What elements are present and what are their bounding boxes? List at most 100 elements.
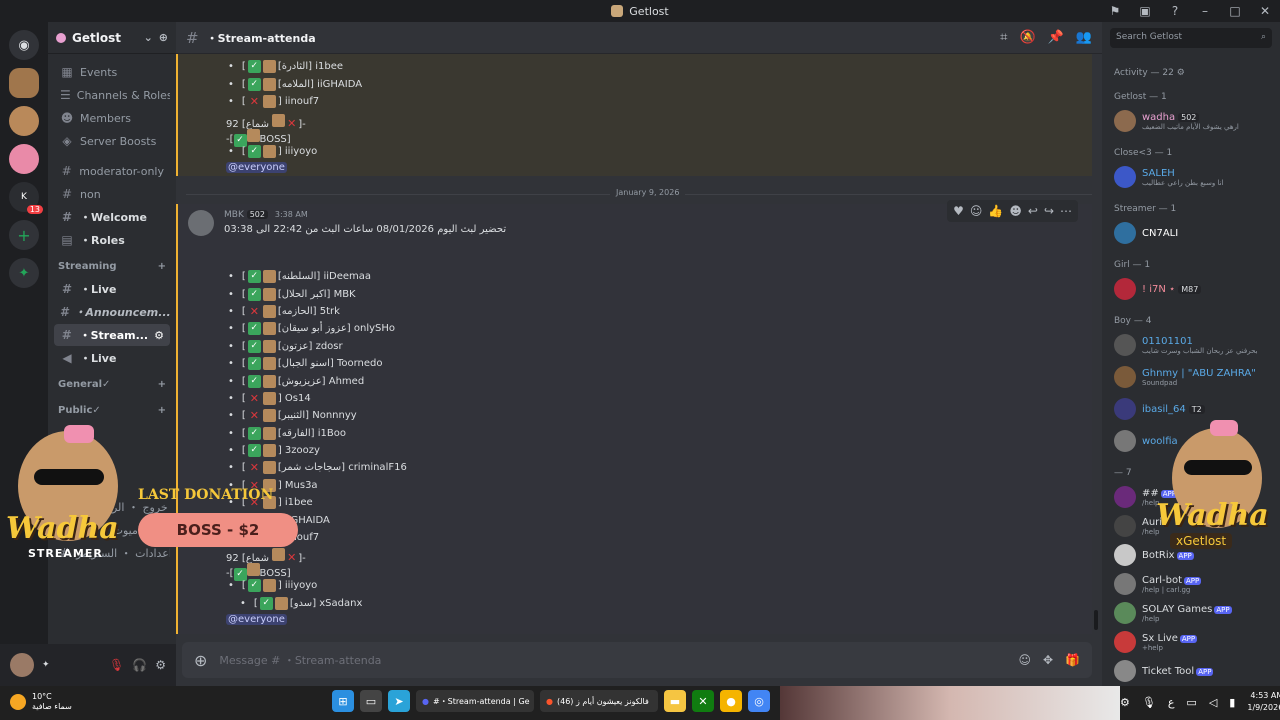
category-general[interactable]: General✓ + xyxy=(48,373,176,395)
home-button[interactable]: ◉ xyxy=(9,30,39,60)
channel-announcements[interactable]: # ・Announcem... xyxy=(54,301,170,323)
taskbar-brave[interactable]: ● (46) فالكونز يعيشون أيام ز xyxy=(540,690,658,712)
member-row[interactable]: Carl-bot APP/help | carl.gg xyxy=(1114,571,1276,597)
add-server-button[interactable]: + xyxy=(9,220,39,250)
close-button[interactable]: ✕ xyxy=(1250,4,1280,18)
screen-icon[interactable]: ▣ xyxy=(1130,4,1160,18)
member-row[interactable]: Ticket Tool APP xyxy=(1114,658,1276,684)
volume-icon[interactable]: ◁ xyxy=(1209,696,1217,709)
add-channel-icon[interactable]: + xyxy=(158,379,166,390)
gear-icon[interactable]: ⚙ xyxy=(155,658,166,672)
upload-plus-icon[interactable]: ⊕ xyxy=(194,651,207,670)
server-header[interactable]: Getlost ⌄ ⊕ xyxy=(48,22,176,54)
server-getlost[interactable] xyxy=(9,68,39,98)
channel-stream-attenda[interactable]: # ・Stream... ⚙ xyxy=(54,324,170,346)
channel-moderator-only[interactable]: # moderator-only xyxy=(54,160,170,182)
member-row[interactable]: CN7ALI xyxy=(1114,220,1276,246)
sidebar-item-server-boosts[interactable]: ◈ Server Boosts xyxy=(54,130,170,152)
battery-icon[interactable]: ▮ xyxy=(1229,696,1235,709)
channel-label: ・Live xyxy=(80,352,117,365)
apps-icon[interactable]: ✥ xyxy=(1043,653,1053,667)
member-list-icon[interactable]: 👥 xyxy=(1076,30,1092,45)
language-indicator[interactable]: ع xyxy=(1168,696,1175,709)
member-name-line: Carl-bot APP xyxy=(1142,575,1202,586)
member-row[interactable]: ibasil_64 T2 xyxy=(1114,396,1276,422)
search-input[interactable]: Search Getlost ⌕ xyxy=(1110,28,1272,48)
member-row[interactable]: SOLAY Games APP/help xyxy=(1114,600,1276,626)
sidebar-item-members[interactable]: ☻ Members xyxy=(54,107,170,129)
category-streaming[interactable]: Streaming + xyxy=(48,255,176,277)
channel-welcome[interactable]: # ・Welcome xyxy=(54,206,170,228)
minimize-button[interactable]: – xyxy=(1190,4,1220,18)
member-row[interactable]: SALEH انا وسبع بطن راعي عطاليب xyxy=(1114,164,1276,190)
member-status: Soundpad xyxy=(1142,378,1178,387)
heart-reaction-icon[interactable]: ♥ xyxy=(953,204,964,218)
author-name[interactable]: MBK xyxy=(224,210,244,220)
help-icon[interactable]: ? xyxy=(1160,4,1190,18)
avatar[interactable] xyxy=(10,653,34,677)
headphones-icon[interactable]: 🎧 xyxy=(132,658,147,672)
server-icon-3[interactable] xyxy=(9,144,39,174)
maximize-button[interactable]: □ xyxy=(1220,4,1250,18)
avatar[interactable] xyxy=(188,210,214,236)
emoji-picker-icon[interactable]: ☺ xyxy=(1018,653,1031,667)
clock[interactable]: 4:53 AM 1/9/2026 xyxy=(1247,690,1280,714)
thumbs-up-icon[interactable]: 👍 xyxy=(988,204,1003,218)
settings-icon[interactable]: ⚙ xyxy=(154,329,164,342)
invite-people-icon[interactable]: ⊕ xyxy=(159,31,168,44)
xbox-icon[interactable]: ✕ xyxy=(692,690,714,712)
emoji-reaction-icon[interactable]: ☺ xyxy=(970,204,983,218)
server-icon-2[interactable] xyxy=(9,106,39,136)
list-item: [✕[الحازمه] 5trk xyxy=(228,303,407,320)
sidebar-item-events[interactable]: ▦ Events xyxy=(54,61,170,83)
microphone-icon[interactable]: 🎙 xyxy=(1142,696,1156,709)
member-row[interactable]: wadha 502 ارهي يشوف الأيام ماتيب الضعيف xyxy=(1114,108,1276,134)
timestamp: 3:38 AM xyxy=(274,210,308,219)
message-composer[interactable]: ⊕ Message # ・Stream-attenda ☺ ✥ 🎁 xyxy=(182,642,1092,678)
category-public[interactable]: Public✓ + xyxy=(48,399,176,421)
avatar xyxy=(1114,573,1136,595)
inbox-icon[interactable]: ⚑ xyxy=(1100,4,1130,18)
more-icon[interactable]: ⋯ xyxy=(1060,204,1072,218)
taskbar-discord[interactable]: ● #・Stream-attenda | Ge xyxy=(416,690,534,712)
add-channel-icon[interactable]: + xyxy=(158,261,166,272)
sidebar-item-channels-roles[interactable]: ☰ Channels & Roles xyxy=(54,84,170,106)
member-status: بحرفني عز ربحان الشباب وسرت شايب xyxy=(1142,346,1258,355)
calendar-icon: ▦ xyxy=(61,65,73,79)
telegram-icon[interactable]: ➤ xyxy=(388,690,410,712)
add-reaction-icon[interactable]: ☻ xyxy=(1009,204,1022,218)
app-icon[interactable]: ● xyxy=(720,690,742,712)
server-folder[interactable]: K 13 xyxy=(9,182,43,214)
notification-bell-icon[interactable]: 🔕 xyxy=(1019,30,1035,45)
member-row[interactable]: Ghnmy | "ABU ZAHRA" Soundpad xyxy=(1114,364,1276,390)
forward-icon[interactable]: ↪ xyxy=(1044,204,1054,218)
add-channel-icon[interactable]: + xyxy=(158,405,166,416)
channel-roles[interactable]: ▤ ・Roles xyxy=(54,229,170,251)
member-group-header: — 7 xyxy=(1114,468,1132,478)
discover-button[interactable]: ✦ xyxy=(9,258,39,288)
channel-live-voice[interactable]: ◀ ・Live xyxy=(54,347,170,369)
chrome-icon[interactable]: ◎ xyxy=(748,690,770,712)
member-row[interactable]: 01101101 بحرفني عز ربحان الشباب وسرت شايب xyxy=(1114,332,1276,358)
pin-icon[interactable]: 📌 xyxy=(1048,30,1064,45)
everyone-mention[interactable]: @everyone xyxy=(226,162,287,173)
file-explorer-icon[interactable]: ▬ xyxy=(664,690,686,712)
check-icon: ✓ xyxy=(247,322,261,336)
everyone-mention[interactable]: @everyone xyxy=(226,614,287,625)
weather-widget[interactable]: 10°C سماء صافية xyxy=(10,692,72,712)
settings-tray-icon[interactable]: ⚙ xyxy=(1120,696,1130,709)
scrollbar[interactable] xyxy=(1094,610,1098,630)
threads-icon[interactable]: ⌗ xyxy=(1000,30,1007,45)
task-view-icon[interactable]: ▭ xyxy=(360,690,382,712)
network-icon[interactable]: ▭ xyxy=(1186,696,1196,709)
channel-live[interactable]: # ・Live xyxy=(54,278,170,300)
member-row[interactable]: ! i7N ⋆ M87 xyxy=(1114,276,1276,302)
search-placeholder: Search Getlost xyxy=(1116,32,1183,42)
message-input[interactable]: Message # ・Stream-attenda xyxy=(219,652,1006,668)
mic-muted-icon[interactable]: 🎙 xyxy=(109,658,124,672)
channel-non[interactable]: # non xyxy=(54,183,170,205)
start-button[interactable]: ⊞ xyxy=(332,690,354,712)
reply-icon[interactable]: ↩ xyxy=(1028,204,1038,218)
member-row[interactable]: Sx Live APP +help xyxy=(1114,629,1276,655)
gift-icon[interactable]: 🎁 xyxy=(1065,653,1080,667)
